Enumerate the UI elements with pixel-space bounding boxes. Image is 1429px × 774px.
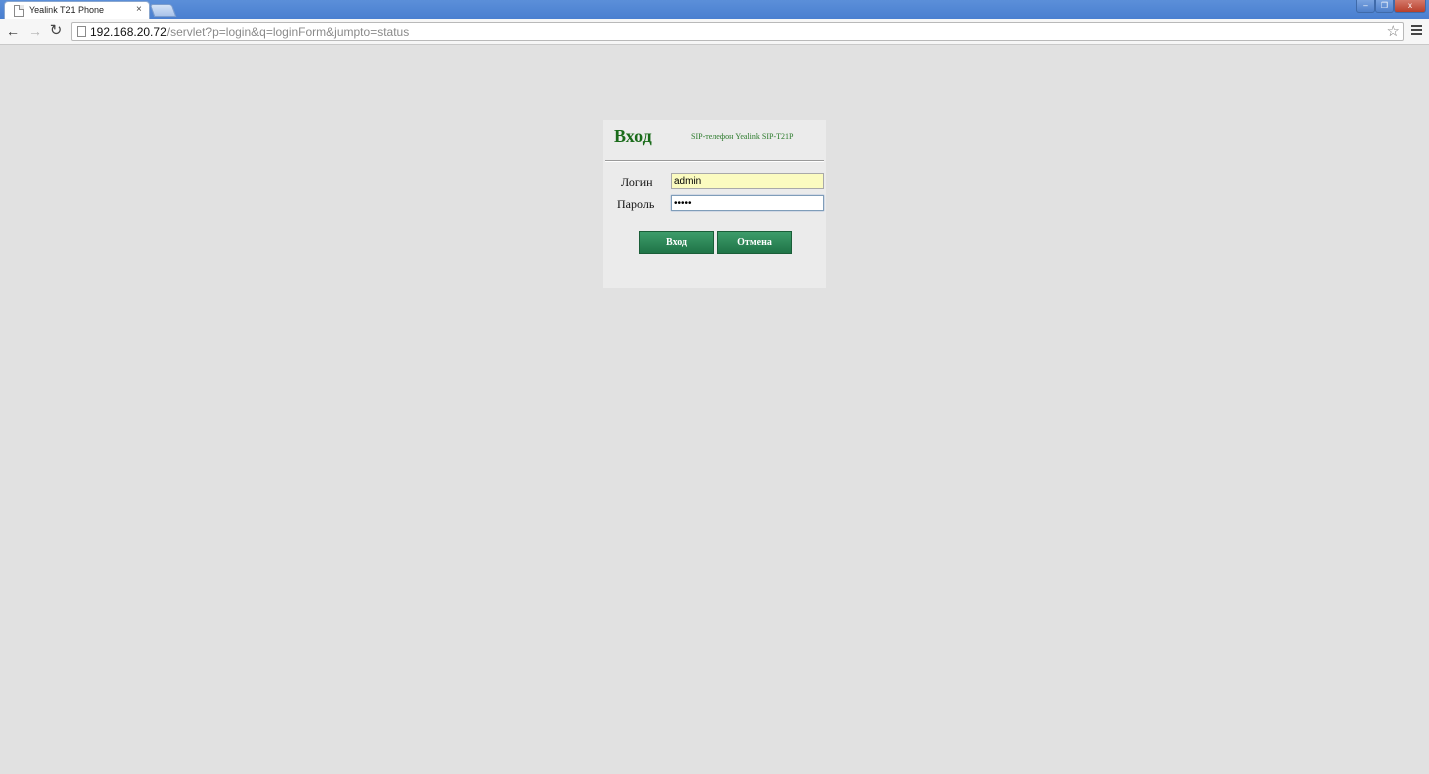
device-subtitle: SIP-телефон Yealink SIP-T21P <box>691 132 794 141</box>
bookmark-star-icon[interactable]: ☆ <box>1387 23 1400 40</box>
password-field[interactable] <box>671 195 824 211</box>
tab-close-icon[interactable]: × <box>136 4 142 16</box>
url-path: /servlet?p=login&q=loginForm&jumpto=stat… <box>166 25 410 39</box>
url-text[interactable]: 192.168.20.72/servlet?p=login&q=loginFor… <box>90 24 409 40</box>
address-bar[interactable]: 192.168.20.72/servlet?p=login&q=loginFor… <box>71 22 1404 41</box>
new-tab-button[interactable] <box>149 4 177 17</box>
username-field[interactable] <box>671 173 824 189</box>
login-panel: Вход SIP-телефон Yealink SIP-T21P Логин … <box>603 120 826 288</box>
forward-arrow-icon[interactable]: → <box>26 22 44 40</box>
page-icon <box>77 26 86 37</box>
browser-tab[interactable]: Yealink T21 Phone × <box>4 1 150 19</box>
maximize-button[interactable]: ❐ <box>1375 0 1394 13</box>
username-label: Логин <box>621 175 653 189</box>
cancel-button[interactable]: Отмена <box>717 231 792 254</box>
close-window-button[interactable]: x <box>1394 0 1426 13</box>
login-button[interactable]: Вход <box>639 231 714 254</box>
password-label: Пароль <box>617 197 655 211</box>
reload-icon[interactable]: ↻ <box>47 22 65 40</box>
url-host: 192.168.20.72 <box>90 25 167 39</box>
tab-title: Yealink T21 Phone <box>29 5 105 15</box>
page-icon <box>14 5 24 17</box>
browser-menu-icon[interactable] <box>1411 25 1422 37</box>
browser-toolbar: ← → ↻ 192.168.20.72/servlet?p=login&q=lo… <box>0 19 1429 45</box>
browser-titlebar: Yealink T21 Phone × – ❐ x <box>0 0 1429 19</box>
divider <box>605 160 824 162</box>
minimize-button[interactable]: – <box>1356 0 1375 13</box>
back-arrow-icon[interactable]: ← <box>4 22 22 40</box>
login-title: Вход <box>614 126 652 146</box>
